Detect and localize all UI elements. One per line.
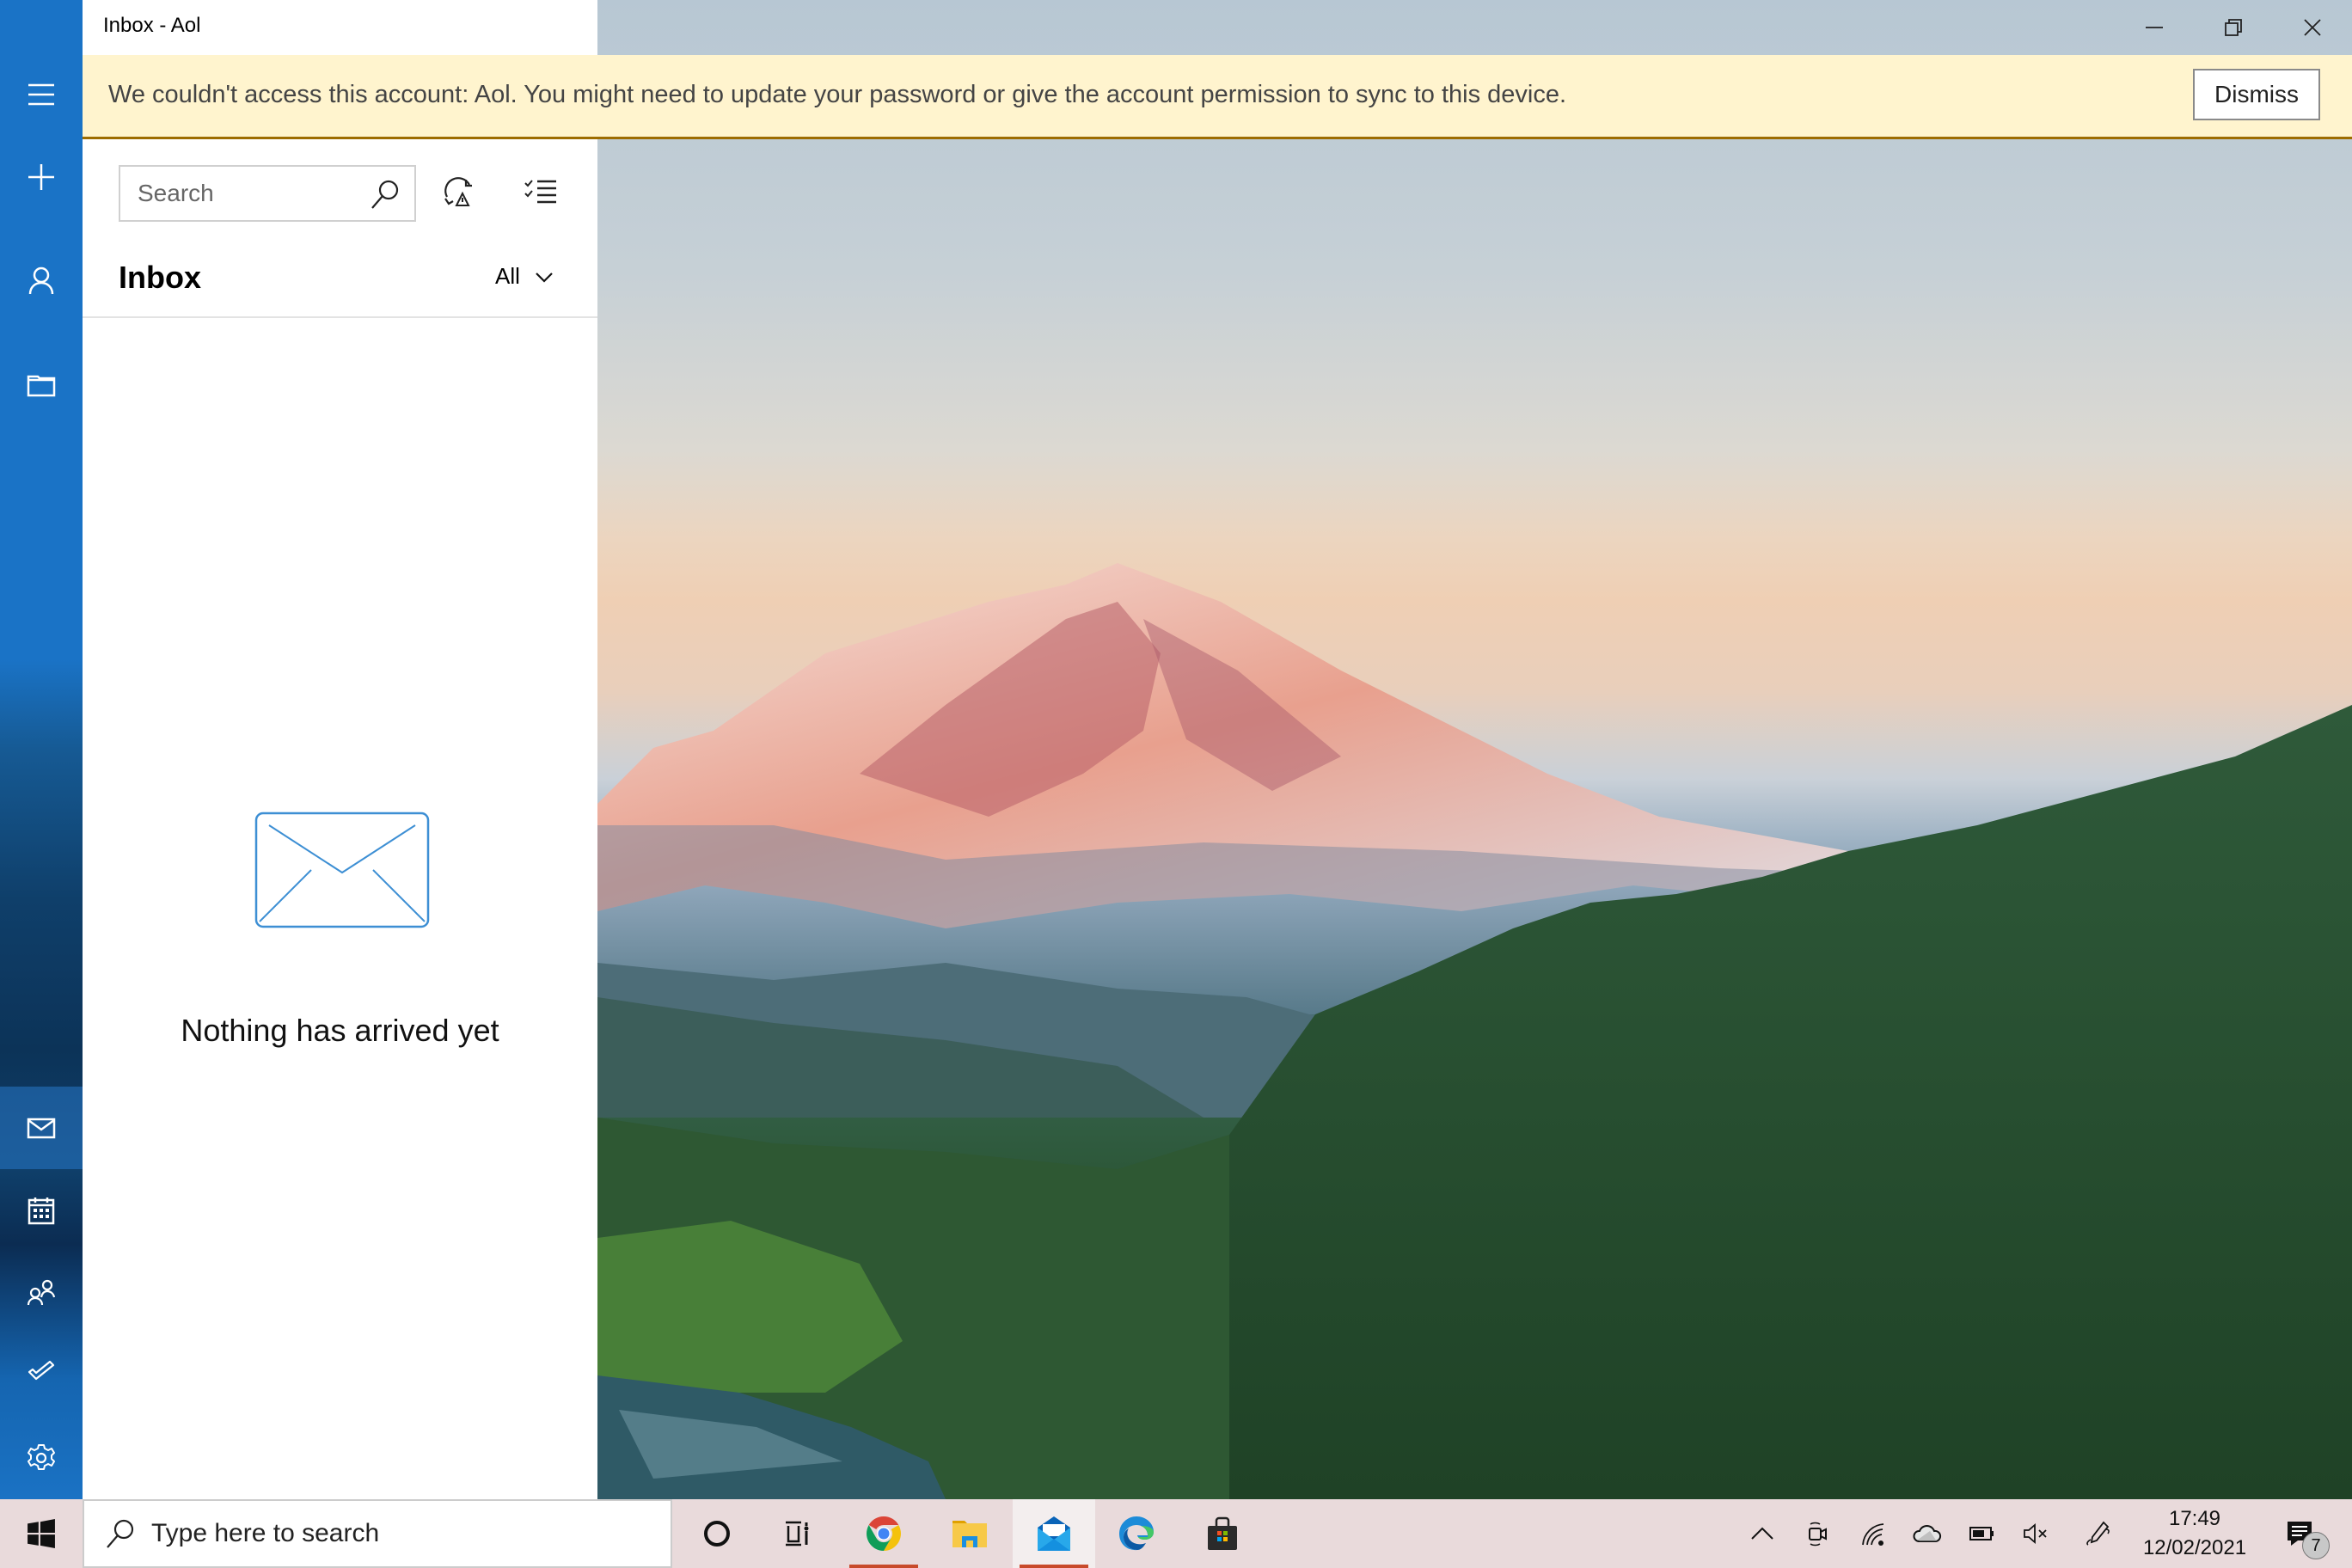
- tray-show-hidden[interactable]: [1736, 1499, 1788, 1568]
- taskbar-file-explorer[interactable]: [928, 1499, 1011, 1568]
- hamburger-menu-button[interactable]: [0, 53, 83, 136]
- search-icon: [371, 180, 399, 209]
- folder-icon: [952, 1521, 987, 1547]
- tray-network[interactable]: [1848, 1499, 1900, 1568]
- tray-meet-now[interactable]: [1792, 1499, 1843, 1568]
- task-view-icon: [786, 1521, 809, 1547]
- mail-nav-button[interactable]: [0, 1087, 83, 1169]
- banner-message: We couldn't access this account: Aol. Yo…: [108, 81, 1567, 108]
- battery-icon: [1969, 1527, 1994, 1540]
- search-box: [119, 165, 416, 222]
- window-title: Inbox - Aol: [103, 14, 201, 37]
- notification-count-badge: 7: [2302, 1532, 2330, 1559]
- pen-icon: [2086, 1521, 2110, 1546]
- taskbar-chrome[interactable]: [842, 1499, 925, 1568]
- accounts-button[interactable]: [0, 239, 83, 322]
- tray-battery[interactable]: [1957, 1499, 2008, 1568]
- calendar-icon: [28, 1197, 55, 1225]
- taskbar-search-placeholder: Type here to search: [151, 1519, 380, 1547]
- chevron-down-icon: [536, 272, 553, 283]
- minimize-icon: [2146, 27, 2163, 28]
- settings-nav-button[interactable]: [0, 1417, 83, 1499]
- tray-onedrive[interactable]: [1902, 1499, 1953, 1568]
- gear-icon: [28, 1444, 55, 1470]
- taskbar-task-view[interactable]: [756, 1499, 839, 1568]
- chevron-up-icon: [1751, 1527, 1773, 1540]
- dismiss-button[interactable]: Dismiss: [2193, 69, 2320, 120]
- close-button[interactable]: [2273, 0, 2352, 55]
- clock-time: 17:49: [2168, 1507, 2221, 1530]
- taskbar-store[interactable]: [1181, 1499, 1264, 1568]
- taskbar-cortana[interactable]: [676, 1499, 758, 1568]
- taskbar: Type here to search 17:49 12/02/2021 7: [0, 1499, 2352, 1568]
- cloud-icon: [1913, 1525, 1942, 1542]
- mail-icon: [27, 1118, 56, 1139]
- close-icon: [2304, 19, 2321, 36]
- people-nav-button[interactable]: [0, 1252, 83, 1334]
- tray-pen[interactable]: [2072, 1499, 2123, 1568]
- message-list-pane: Inbox All Nothing has arrived yet: [83, 139, 597, 1499]
- restore-button[interactable]: [2194, 0, 2273, 55]
- hamburger-icon: [28, 83, 54, 106]
- taskbar-search-box[interactable]: Type here to search: [83, 1499, 672, 1568]
- new-mail-button[interactable]: [0, 136, 83, 218]
- windows-logo-icon: [28, 1519, 55, 1548]
- todo-nav-button[interactable]: [0, 1329, 83, 1412]
- folder-icon: [27, 375, 56, 397]
- account-error-banner: We couldn't access this account: Aol. Yo…: [83, 55, 2352, 139]
- calendar-nav-button[interactable]: [0, 1169, 83, 1252]
- select-mode-icon: [524, 180, 556, 204]
- circle-icon: [704, 1521, 730, 1547]
- people-icon: [27, 1279, 56, 1306]
- folders-button[interactable]: [0, 344, 83, 426]
- folder-heading: Inbox: [119, 260, 201, 295]
- taskbar-edge[interactable]: [1095, 1499, 1178, 1568]
- search-input[interactable]: [138, 177, 352, 210]
- plus-icon: [28, 164, 54, 190]
- sync-warning-icon: [444, 177, 472, 206]
- divider: [83, 316, 597, 318]
- edge-icon: [1119, 1516, 1154, 1551]
- minimize-button[interactable]: [2115, 0, 2194, 55]
- wifi-icon: [1862, 1523, 1884, 1546]
- checkmark-icon: [28, 1360, 55, 1381]
- empty-state-message: Nothing has arrived yet: [181, 1013, 499, 1048]
- nav-rail: [0, 0, 83, 1499]
- filter-dropdown[interactable]: All: [495, 260, 554, 290]
- tray-volume[interactable]: [2010, 1499, 2061, 1568]
- sync-button[interactable]: [431, 165, 487, 222]
- filter-selected-value: All: [495, 263, 520, 289]
- search-button[interactable]: [368, 177, 402, 211]
- restore-icon: [2225, 19, 2242, 36]
- system-clock[interactable]: 17:49 12/02/2021: [2130, 1504, 2259, 1565]
- clock-date: 12/02/2021: [2142, 1536, 2247, 1559]
- volume-muted-icon: [2024, 1523, 2047, 1544]
- selection-mode-button[interactable]: [512, 165, 569, 222]
- taskbar-mail[interactable]: [1013, 1499, 1095, 1568]
- store-icon: [1208, 1516, 1237, 1550]
- chrome-icon: [867, 1516, 901, 1551]
- meet-now-icon: [1809, 1522, 1827, 1547]
- person-icon: [28, 266, 54, 295]
- search-icon: [107, 1519, 134, 1548]
- envelope-icon: [254, 812, 430, 928]
- mail-app-icon: [1038, 1516, 1070, 1551]
- action-center-button[interactable]: 7: [2269, 1499, 2330, 1568]
- start-button[interactable]: [0, 1499, 83, 1568]
